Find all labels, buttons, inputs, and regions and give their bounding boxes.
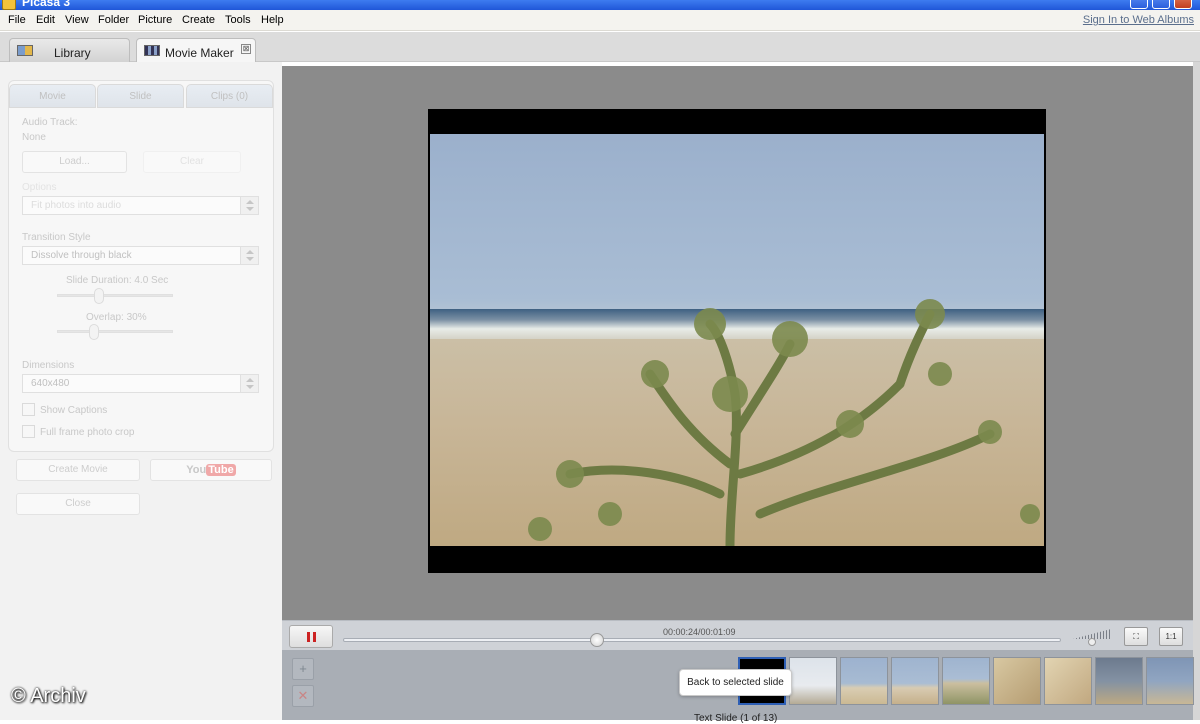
transition-style-label: Transition Style	[22, 232, 91, 243]
playback-position-knob[interactable]	[590, 633, 604, 647]
show-captions-checkbox[interactable]	[22, 403, 35, 416]
clear-audio-button[interactable]: Clear	[143, 151, 241, 173]
select-arrows-icon	[240, 375, 258, 392]
menu-create[interactable]: Create	[182, 14, 215, 26]
slide-caption: Text Slide (1 of 13)	[694, 713, 778, 724]
film-icon	[144, 45, 160, 56]
transition-style-select[interactable]: Dissolve through black	[22, 246, 259, 265]
tab-library[interactable]: Library	[9, 38, 130, 62]
tab-strip: Library Movie Maker ⊠	[0, 32, 1200, 62]
close-window-button[interactable]	[1174, 0, 1192, 9]
minimize-button[interactable]	[1130, 0, 1148, 9]
playback-progress-track[interactable]	[343, 633, 1061, 647]
volume-knob[interactable]	[1088, 638, 1096, 646]
slide-duration-label: Slide Duration: 4.0 Sec	[66, 275, 169, 286]
show-captions-label: Show Captions	[40, 405, 108, 416]
overlap-thumb[interactable]	[89, 324, 99, 340]
tab-movie-maker-label: Movie Maker	[165, 46, 234, 60]
create-movie-button[interactable]: Create Movie	[16, 459, 140, 481]
close-movie-button[interactable]: Close	[16, 493, 140, 515]
subtab-clips[interactable]: Clips (0)	[186, 84, 273, 108]
menu-picture[interactable]: Picture	[138, 14, 172, 26]
close-tab-icon[interactable]: ⊠	[241, 44, 251, 54]
overlap-label: Overlap: 30%	[86, 312, 147, 323]
full-frame-label: Full frame photo crop	[40, 427, 135, 438]
fullscreen-button[interactable]: ⛶	[1124, 627, 1148, 646]
menu-bar: File Edit View Folder Picture Create Too…	[0, 10, 1200, 31]
audio-track-value: None	[22, 132, 46, 143]
thumbnail-slide[interactable]	[789, 657, 837, 705]
youtube-logo-tube: Tube	[206, 464, 236, 476]
pause-button[interactable]	[289, 625, 333, 648]
tab-movie-maker[interactable]: Movie Maker ⊠	[136, 38, 256, 62]
delete-slide-icon[interactable]: ✕	[292, 685, 314, 707]
maximize-button[interactable]	[1152, 0, 1170, 9]
slide-duration-slider[interactable]	[57, 288, 173, 304]
watermark: © Archiv	[11, 685, 86, 707]
dimensions-label: Dimensions	[22, 360, 75, 371]
movie-settings-panel: Movie Slide Clips (0) Audio Track: None …	[0, 62, 282, 720]
tab-library-label: Library	[54, 46, 91, 60]
audio-track-label: Audio Track:	[22, 117, 78, 128]
dimensions-select[interactable]: 640x480	[22, 374, 259, 393]
menu-help[interactable]: Help	[261, 14, 284, 26]
subtab-slide[interactable]: Slide	[97, 84, 184, 108]
thumbnail-slide[interactable]	[942, 657, 990, 705]
picasa-app-icon	[2, 0, 16, 10]
time-readout: 00:00:24/00:01:09	[663, 627, 736, 637]
menu-view[interactable]: View	[65, 14, 89, 26]
menu-folder[interactable]: Folder	[98, 14, 129, 26]
settings-box	[8, 80, 274, 452]
window-title: Picasa 3	[22, 0, 71, 9]
movie-frame	[428, 109, 1046, 573]
playback-bar: 00:00:24/00:01:09 ⛶ 1:1	[282, 620, 1193, 650]
thumbnail-slide[interactable]	[840, 657, 888, 705]
thumbnail-slide[interactable]	[1146, 657, 1194, 705]
subtab-movie[interactable]: Movie	[9, 84, 96, 108]
movie-preview-area	[282, 66, 1193, 620]
tooltip: Back to selected slide	[679, 669, 792, 696]
dimensions-value: 640x480	[31, 378, 70, 389]
beach-photo	[430, 134, 1044, 546]
menu-edit[interactable]: Edit	[36, 14, 55, 26]
actual-size-button[interactable]: 1:1	[1159, 627, 1183, 646]
full-frame-checkbox[interactable]	[22, 425, 35, 438]
load-audio-button[interactable]: Load...	[22, 151, 127, 173]
overlap-slider[interactable]	[57, 324, 173, 340]
thumbnail-slide[interactable]	[993, 657, 1041, 705]
right-scrollbar[interactable]	[1193, 62, 1200, 720]
select-arrows-icon	[240, 247, 258, 264]
thumbnail-slide[interactable]	[891, 657, 939, 705]
select-arrows-icon	[240, 197, 258, 214]
thumbnail-slide[interactable]	[1044, 657, 1092, 705]
slide-duration-thumb[interactable]	[94, 288, 104, 304]
thumbnail-slide[interactable]	[1095, 657, 1143, 705]
library-icon	[17, 45, 33, 56]
options-select-value: Fit photos into audio	[31, 200, 122, 211]
sign-in-link[interactable]: Sign In to Web Albums	[1083, 14, 1194, 26]
transition-style-value: Dissolve through black	[31, 250, 132, 261]
title-bar: Picasa 3	[0, 0, 1200, 10]
youtube-logo-you: You	[186, 464, 207, 476]
menu-file[interactable]: File	[8, 14, 26, 26]
menu-tools[interactable]: Tools	[225, 14, 251, 26]
add-slide-icon[interactable]: +	[292, 658, 314, 680]
photo-plant	[528, 299, 1040, 546]
upload-youtube-button[interactable]: You Tube	[150, 459, 272, 481]
filmstrip: + ✕ Back to selected slide Text Slide (1…	[282, 650, 1194, 724]
options-select[interactable]: Fit photos into audio	[22, 196, 259, 215]
options-label: Options	[22, 182, 57, 193]
